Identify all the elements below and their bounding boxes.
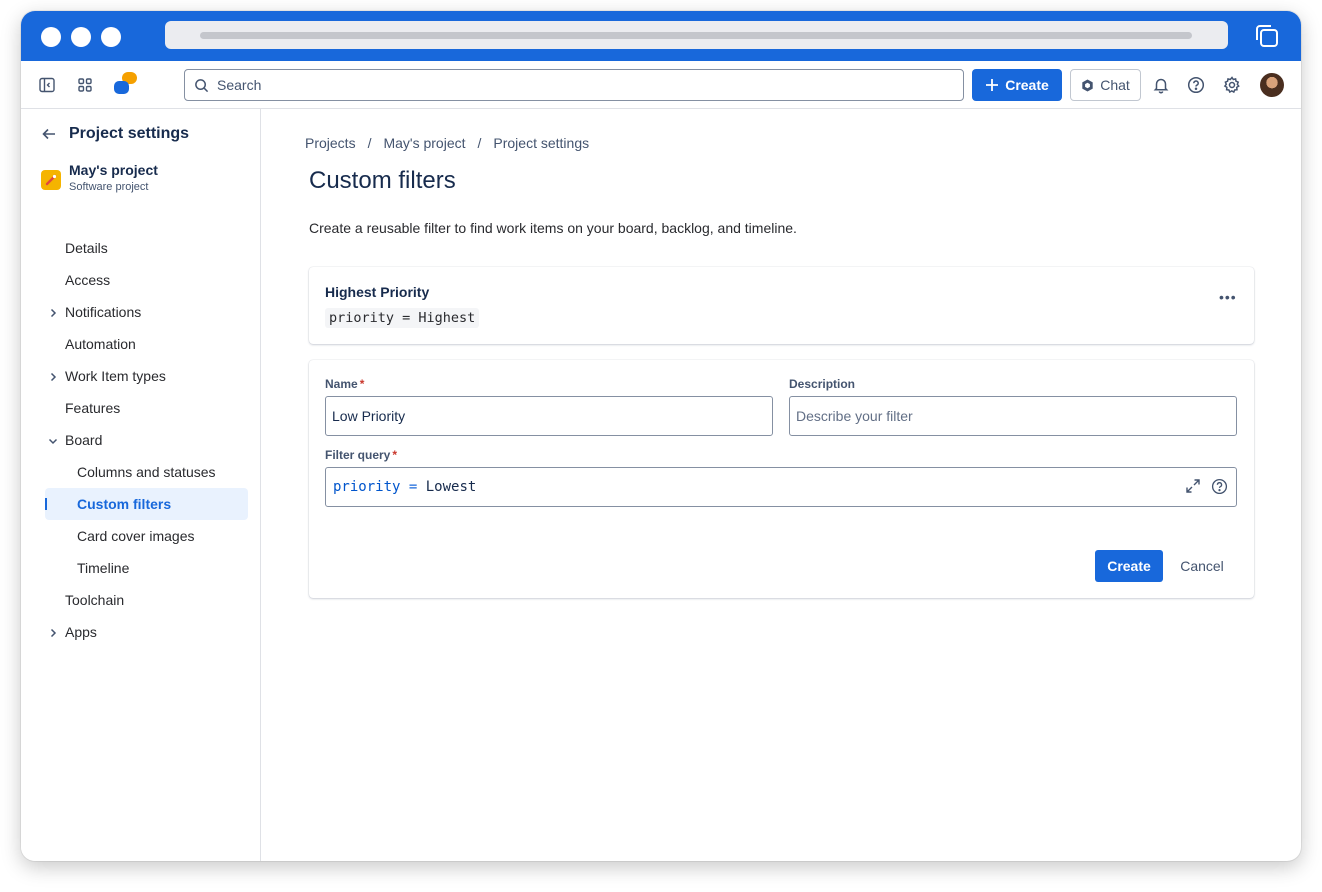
- top-navigation: Search Create Chat: [21, 61, 1301, 109]
- sidebar-item-details[interactable]: Details: [65, 232, 108, 264]
- sidebar-item-label: Features: [65, 400, 121, 416]
- project-settings-sidebar: Project settings May's project Software …: [21, 109, 261, 861]
- query-keyword: priority: [333, 479, 401, 495]
- window-close-dot[interactable]: [41, 27, 61, 47]
- sidebar-item-label: Notifications: [65, 304, 142, 320]
- sidebar-item-features[interactable]: Features: [65, 392, 120, 424]
- chevron-right-icon[interactable]: [47, 306, 59, 322]
- breadcrumb-separator: /: [477, 135, 482, 151]
- search-input[interactable]: Search: [184, 69, 964, 101]
- description-field[interactable]: Describe your filter: [789, 396, 1237, 436]
- filter-query-label-text: Filter query: [325, 448, 391, 462]
- sidebar-item-apps[interactable]: Apps: [50, 616, 97, 648]
- more-actions-icon[interactable]: •••: [1219, 289, 1237, 305]
- window-maximize-dot[interactable]: [101, 27, 121, 47]
- page-description: Create a reusable filter to find work it…: [309, 220, 797, 236]
- breadcrumb-projects[interactable]: Projects: [305, 135, 356, 151]
- project-name: May's project: [69, 162, 158, 178]
- search-placeholder: Search: [217, 77, 262, 93]
- sidebar-item-label: Board: [65, 432, 103, 448]
- help-icon[interactable]: [1187, 76, 1205, 94]
- sidebar-item-label: Custom filters: [77, 496, 172, 512]
- chevron-right-icon[interactable]: [47, 626, 59, 642]
- browser-chrome: [21, 11, 1301, 61]
- sidebar-item-label: Card cover images: [77, 528, 195, 544]
- required-marker: *: [392, 448, 398, 462]
- sidebar-item-toolchain[interactable]: Toolchain: [65, 584, 124, 616]
- name-label-text: Name: [325, 377, 358, 391]
- browser-window: Search Create Chat Project settings May'…: [21, 11, 1301, 861]
- sidebar-item-label: Apps: [65, 624, 97, 640]
- breadcrumb-project[interactable]: May's project: [383, 135, 465, 151]
- chevron-right-icon[interactable]: [47, 370, 59, 386]
- tabs-overview-icon[interactable]: [1254, 23, 1280, 54]
- user-avatar[interactable]: [1260, 73, 1284, 97]
- sidebar-item-label: Details: [65, 240, 108, 256]
- query-value: Lowest: [425, 479, 477, 495]
- sidebar-item-access[interactable]: Access: [65, 264, 110, 296]
- window-minimize-dot[interactable]: [71, 27, 91, 47]
- sidebar-item-columns-and-statuses[interactable]: Columns and statuses: [77, 456, 216, 488]
- sidebar-item-automation[interactable]: Automation: [65, 328, 136, 360]
- chat-button[interactable]: Chat: [1070, 69, 1141, 101]
- selected-indicator: [45, 498, 47, 510]
- create-button-label: Create: [1005, 77, 1049, 93]
- plus-icon: [985, 78, 999, 92]
- back-arrow-icon[interactable]: [41, 126, 57, 142]
- sidebar-item-label: Access: [65, 272, 111, 288]
- filter-query-field[interactable]: priority = Lowest: [325, 467, 1237, 507]
- search-icon: [194, 78, 209, 93]
- new-filter-form: Name * Low Priority Description Describe …: [309, 360, 1254, 598]
- notifications-bell-icon[interactable]: [1152, 76, 1170, 94]
- description-label: Description: [789, 377, 856, 391]
- query-operator: =: [408, 479, 418, 495]
- sidebar-item-timeline[interactable]: Timeline: [77, 552, 129, 584]
- filter-query-label: Filter query *: [325, 448, 397, 462]
- sidebar-item-label: Columns and statuses: [77, 464, 216, 480]
- sidebar-toggle-icon[interactable]: [39, 77, 55, 93]
- sidebar-item-card-cover-images[interactable]: Card cover images: [77, 520, 195, 552]
- sidebar-item-label: Timeline: [77, 560, 130, 576]
- rovo-chat-icon: [1081, 78, 1094, 92]
- sidebar-item-notifications[interactable]: Notifications: [50, 296, 142, 328]
- settings-gear-icon[interactable]: [1223, 76, 1241, 94]
- main-content: Projects / May's project / Project setti…: [262, 109, 1301, 861]
- name-label: Name *: [325, 377, 364, 391]
- query-field-actions: [1185, 478, 1228, 495]
- breadcrumb-project-settings[interactable]: Project settings: [493, 135, 589, 151]
- name-field[interactable]: Low Priority: [325, 396, 773, 436]
- chevron-down-icon[interactable]: [47, 434, 59, 450]
- sidebar-item-board[interactable]: Board: [48, 424, 103, 456]
- app-switcher-icon[interactable]: [77, 77, 93, 93]
- cancel-button[interactable]: Cancel: [1171, 550, 1233, 582]
- expand-icon[interactable]: [1185, 478, 1201, 495]
- breadcrumb: Projects / May's project / Project setti…: [305, 135, 589, 151]
- sidebar-item-label: Work Item types: [65, 368, 166, 384]
- filter-card: Highest Priority priority = Highest •••: [309, 267, 1254, 344]
- project-avatar-icon: [41, 170, 61, 190]
- sidebar-header: Project settings: [41, 125, 189, 143]
- sidebar-item-label: Automation: [65, 336, 136, 352]
- filter-name: Highest Priority: [325, 284, 430, 300]
- page-title: Custom filters: [309, 167, 456, 194]
- address-bar[interactable]: [165, 21, 1228, 49]
- required-marker: *: [359, 377, 365, 391]
- sidebar-item-work-item-types[interactable]: Work Item types: [50, 360, 166, 392]
- sidebar-item-custom-filters[interactable]: Custom filters: [45, 488, 248, 520]
- product-logo-icon[interactable]: [113, 71, 139, 97]
- project-type: Software project: [69, 181, 149, 193]
- create-filter-button[interactable]: Create: [1095, 550, 1163, 582]
- sidebar-title: Project settings: [69, 125, 190, 142]
- project-info: May's project Software project: [41, 162, 158, 193]
- filter-query: priority = Highest: [325, 308, 480, 328]
- chat-button-label: Chat: [1100, 77, 1130, 93]
- breadcrumb-separator: /: [367, 135, 372, 151]
- name-field-value: Low Priority: [332, 408, 406, 424]
- description-placeholder: Describe your filter: [796, 408, 913, 424]
- sidebar-item-label: Toolchain: [65, 592, 125, 608]
- query-help-icon[interactable]: [1211, 478, 1228, 495]
- create-button[interactable]: Create: [972, 69, 1062, 101]
